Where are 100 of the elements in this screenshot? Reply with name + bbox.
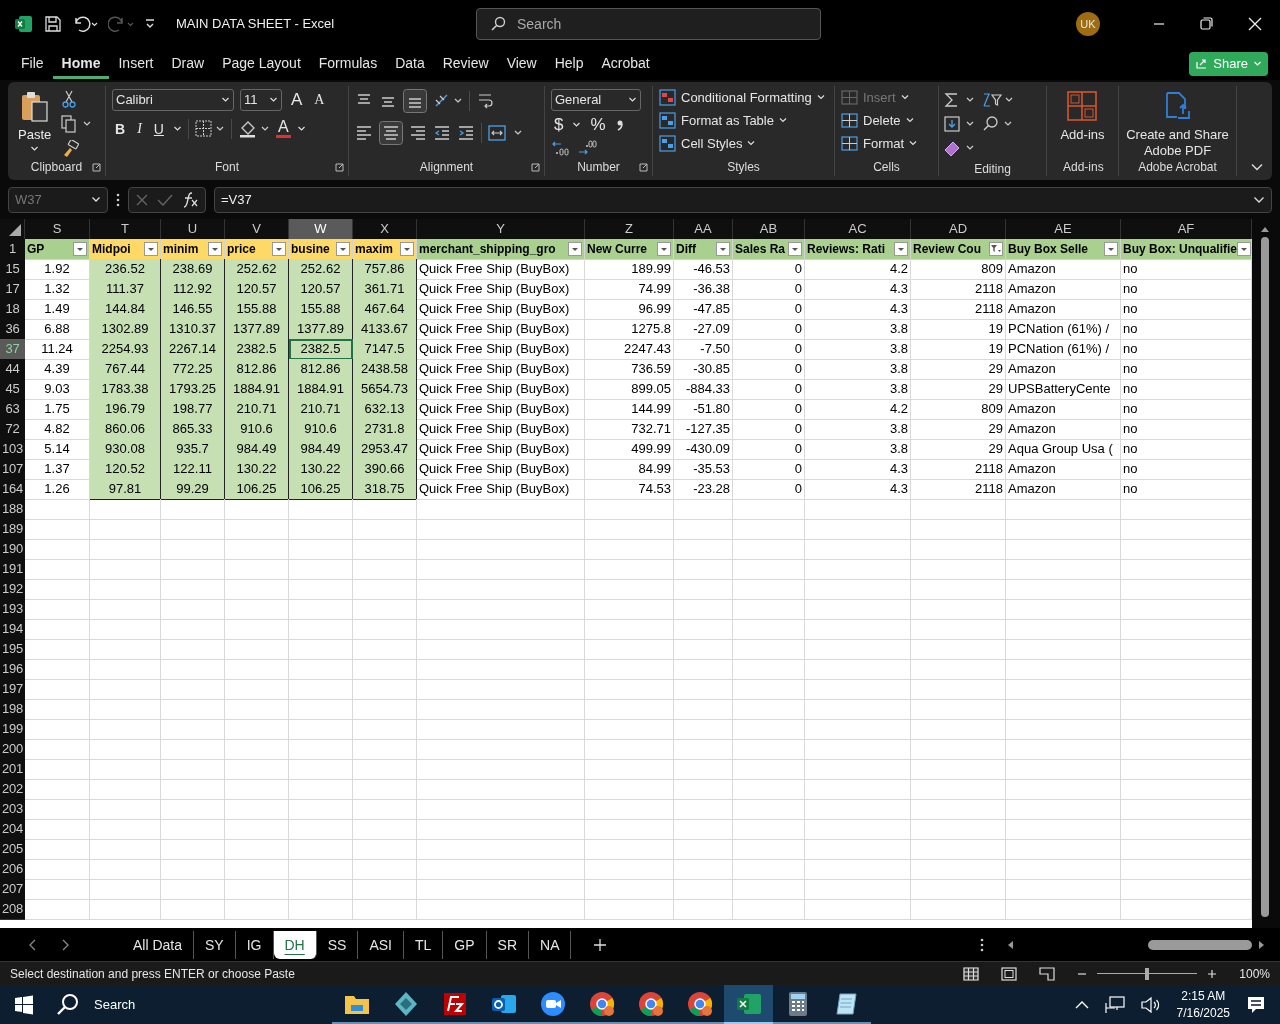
shrink-font-button[interactable]: A <box>311 91 328 108</box>
row-header[interactable]: 103 <box>0 438 25 460</box>
sheet-tab[interactable]: All Data <box>122 930 195 959</box>
start-icon[interactable] <box>14 994 34 1015</box>
grow-font-button[interactable]: A <box>288 89 306 110</box>
row-header[interactable]: 205 <box>0 838 25 860</box>
align-left-icon[interactable] <box>355 123 373 142</box>
add-ins-button[interactable]: Add-ins <box>1054 89 1111 160</box>
row-header[interactable]: 203 <box>0 798 25 820</box>
caret-icon[interactable] <box>572 121 582 129</box>
font-color-button[interactable]: A <box>275 119 291 139</box>
filter-applied-icon[interactable] <box>989 241 1003 256</box>
scroll-left-icon[interactable] <box>1006 939 1014 950</box>
scroll-right-icon[interactable] <box>1258 939 1266 950</box>
percent-button[interactable]: % <box>587 114 609 135</box>
underline-button[interactable]: U <box>150 120 167 137</box>
cancel-icon[interactable] <box>135 192 149 207</box>
row-header[interactable]: 194 <box>0 618 25 640</box>
add-sheet-icon[interactable] <box>593 937 608 952</box>
ribbon-tab[interactable]: Formulas <box>309 48 387 79</box>
previous-sheet-icon[interactable] <box>28 938 38 951</box>
ribbon-tab[interactable]: Acrobat <box>592 48 659 79</box>
formula-field[interactable]: =V37 <box>214 186 1272 213</box>
sheet-tab[interactable]: DH <box>273 930 317 959</box>
row-header[interactable]: 208 <box>0 898 25 920</box>
row-header[interactable]: 188 <box>0 498 25 520</box>
filter-dropdown-icon[interactable] <box>144 241 158 256</box>
search-field[interactable]: Search <box>476 7 821 40</box>
row-header[interactable]: 207 <box>0 878 25 900</box>
filter-dropdown-icon[interactable] <box>1237 241 1251 256</box>
clock-date[interactable]: 7/16/2025 <box>1176 1004 1230 1022</box>
fill-color-icon[interactable] <box>237 119 270 138</box>
chevron-up-icon[interactable] <box>1074 999 1089 1010</box>
cells-menu-button[interactable]: Delete <box>839 110 934 130</box>
sheet-tab[interactable]: GP <box>443 930 487 959</box>
name-box[interactable]: W37 <box>8 186 108 213</box>
ribbon-tab[interactable]: Draw <box>162 48 214 79</box>
sheet-tab[interactable]: IG <box>235 930 274 959</box>
restore-icon[interactable] <box>1200 17 1213 31</box>
format-painter-icon[interactable] <box>61 139 80 158</box>
taskbar-search[interactable]: Search <box>56 992 316 1017</box>
cut-icon[interactable] <box>61 89 78 108</box>
expand-icon[interactable] <box>1253 195 1265 204</box>
filter-dropdown-icon[interactable] <box>716 241 730 256</box>
undo-icon[interactable] <box>72 14 98 33</box>
cells-menu-button[interactable]: Format <box>839 133 934 153</box>
bold-button[interactable]: B <box>112 120 129 137</box>
row-header[interactable]: 204 <box>0 818 25 840</box>
row-header[interactable]: 197 <box>0 678 25 700</box>
dialog-launcher-icon[interactable] <box>92 162 101 172</box>
zoom-slider-thumb[interactable] <box>1145 967 1150 980</box>
align-center-icon[interactable] <box>379 120 403 145</box>
decrease-indent-icon[interactable] <box>433 123 451 142</box>
row-header[interactable]: 17 <box>0 278 25 300</box>
ribbon-tab[interactable]: Page Layout <box>213 48 310 79</box>
network-icon[interactable] <box>1104 995 1125 1014</box>
filter-dropdown-icon[interactable] <box>788 241 802 256</box>
filter-dropdown-icon[interactable] <box>894 241 908 256</box>
row-header[interactable]: 198 <box>0 698 25 720</box>
more-icon[interactable] <box>980 937 984 952</box>
caret-icon[interactable] <box>296 125 306 133</box>
column-header[interactable]: W <box>289 218 353 239</box>
filter-dropdown-icon[interactable] <box>568 241 582 256</box>
vertical-scrollbar-thumb[interactable] <box>1261 236 1269 917</box>
row-header[interactable]: 195 <box>0 638 25 660</box>
row-header[interactable]: 44 <box>0 358 25 380</box>
sheet-tab[interactable]: SR <box>486 930 530 959</box>
number-format-dropdown[interactable]: General <box>551 88 641 111</box>
row-header[interactable]: 1 <box>0 238 25 260</box>
paste-button[interactable]: Paste <box>14 85 56 160</box>
row-header[interactable]: 191 <box>0 558 25 580</box>
caret-icon[interactable] <box>172 125 182 133</box>
row-header[interactable]: 18 <box>0 298 25 320</box>
filter-dropdown-icon[interactable] <box>657 241 671 256</box>
bottom-align-icon[interactable] <box>403 88 427 113</box>
ribbon-tab[interactable]: File <box>12 48 53 79</box>
row-header[interactable]: 164 <box>0 478 25 500</box>
row-header[interactable]: 107 <box>0 458 25 480</box>
next-sheet-icon[interactable] <box>60 938 70 951</box>
notifications-icon[interactable] <box>1246 994 1266 1015</box>
row-header[interactable]: 202 <box>0 778 25 800</box>
copy-icon[interactable] <box>61 114 92 133</box>
create-pdf-button[interactable]: Create and Share Adobe PDF <box>1117 89 1238 160</box>
save-icon[interactable] <box>44 14 62 33</box>
row-header[interactable]: 45 <box>0 378 25 400</box>
filter-dropdown-icon[interactable] <box>208 241 222 256</box>
dialog-launcher-icon[interactable] <box>639 162 648 172</box>
font-name-dropdown[interactable]: Calibri <box>112 88 234 111</box>
row-header[interactable]: 37 <box>0 338 25 360</box>
more-icon[interactable] <box>116 192 120 207</box>
currency-button[interactable]: $ <box>551 114 567 135</box>
page-layout-view-icon[interactable] <box>1001 966 1018 981</box>
row-header[interactable]: 206 <box>0 858 25 880</box>
dialog-launcher-icon[interactable] <box>335 162 344 172</box>
zoom-in-icon[interactable] <box>1207 968 1218 979</box>
row-header[interactable]: 72 <box>0 418 25 440</box>
row-header[interactable]: 15 <box>0 258 25 280</box>
borders-icon[interactable] <box>194 119 225 138</box>
ribbon-tab[interactable]: Home <box>52 48 110 79</box>
sort-filter-icon[interactable] <box>981 90 1015 109</box>
